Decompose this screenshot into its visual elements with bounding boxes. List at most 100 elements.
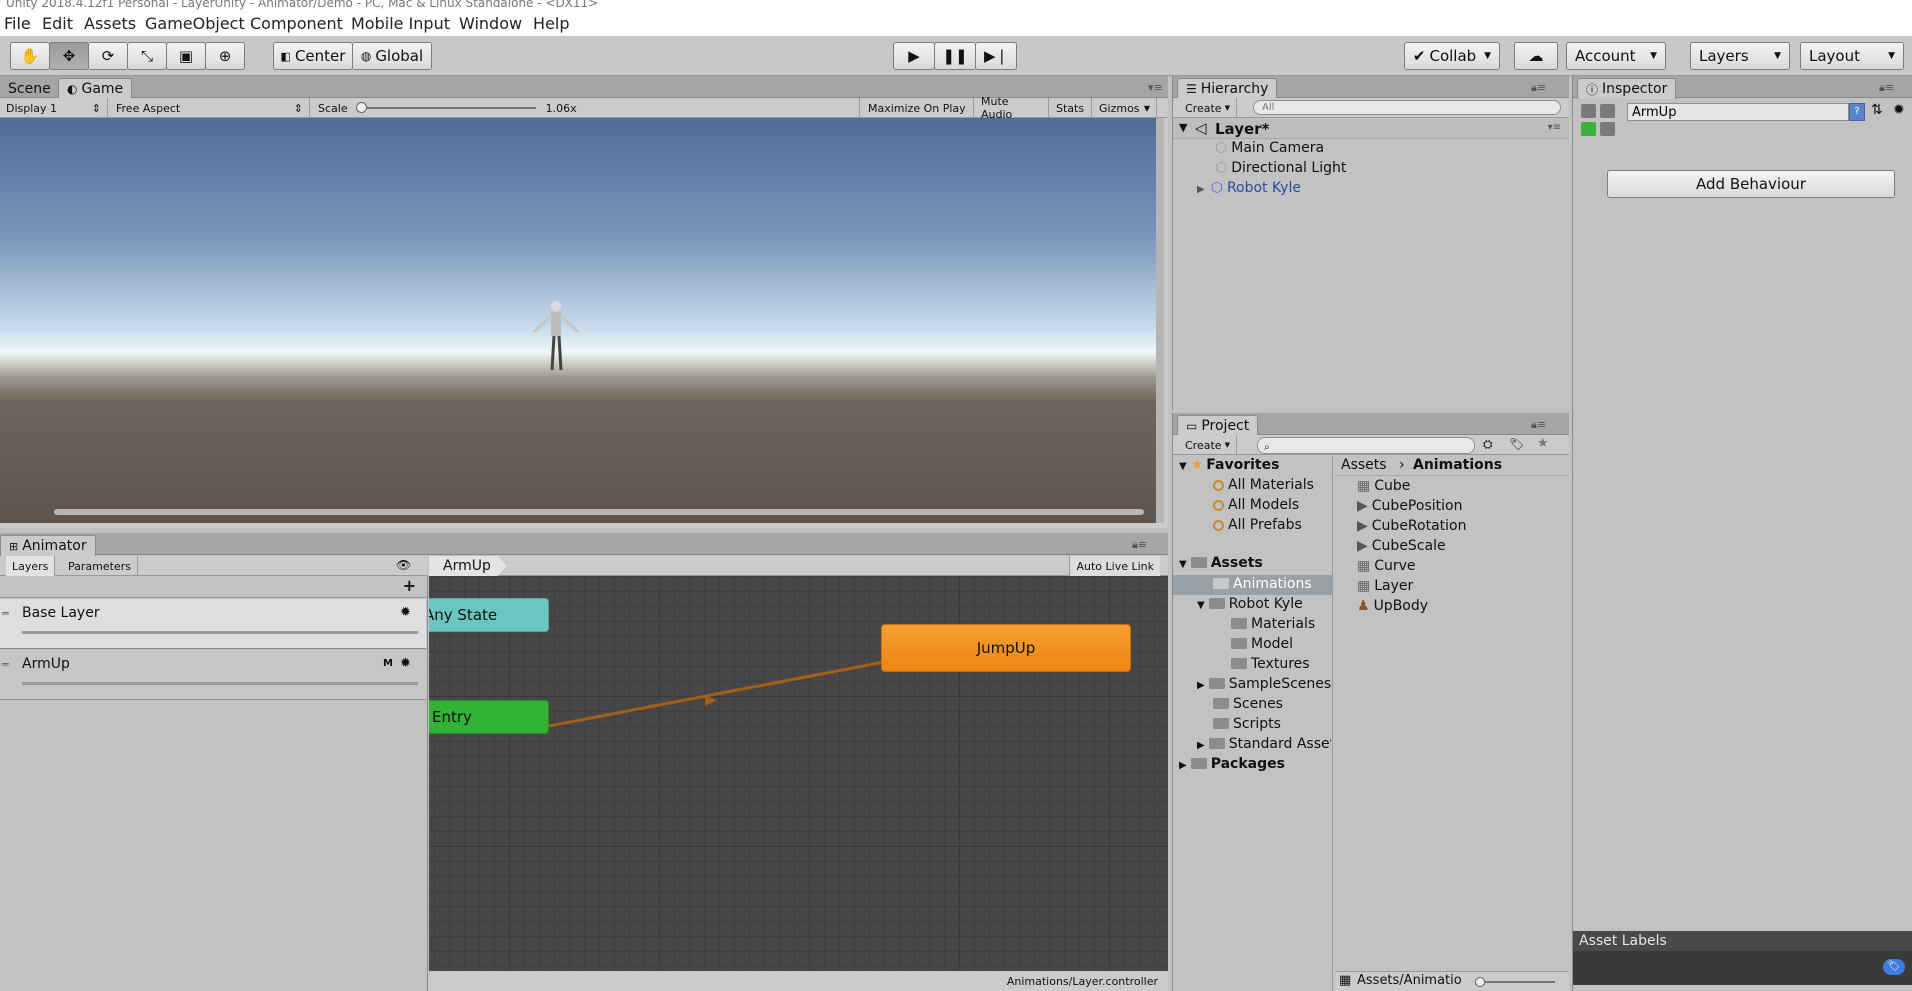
filter-type-icon[interactable]: ⛭	[1483, 437, 1493, 452]
lock-icon[interactable]: 🔒︎≡	[1879, 81, 1894, 95]
drag-handle-icon[interactable]: ═	[2, 658, 9, 671]
menu-help[interactable]: Help	[533, 14, 569, 33]
gizmos-dropdown[interactable]: Gizmos ▼	[1093, 98, 1157, 118]
hierarchy-item-directional-light[interactable]: ⬡ Directional Light	[1215, 160, 1346, 176]
tab-hierarchy[interactable]: ☰ Hierarchy	[1177, 78, 1278, 99]
animator-graph[interactable]: ArmUp Auto Live Link Any State Entry Jum…	[429, 556, 1168, 991]
file-item-cubeposition[interactable]: ▶ CubePosition	[1357, 498, 1462, 514]
expand-right-icon[interactable]: ▶	[1197, 740, 1205, 751]
expand-down-icon[interactable]: ▼	[1179, 121, 1187, 134]
file-item-curve[interactable]: ▦ Curve	[1357, 558, 1416, 574]
layer-weight-bar[interactable]	[22, 631, 418, 634]
auto-live-link-toggle[interactable]: Auto Live Link	[1069, 556, 1160, 576]
file-item-upbody[interactable]: ♟ UpBody	[1357, 598, 1428, 614]
account-dropdown[interactable]: Account ▼	[1566, 42, 1666, 70]
tree-folder-scenes[interactable]: Scenes	[1213, 696, 1283, 712]
file-item-cuberotation[interactable]: ▶ CubeRotation	[1357, 518, 1466, 534]
maximize-on-play-toggle[interactable]: Maximize On Play	[862, 98, 974, 118]
node-any-state[interactable]: Any State	[429, 598, 549, 632]
expand-right-icon[interactable]: ▶	[1179, 760, 1187, 771]
tab-animator[interactable]: ⊞ Animator	[0, 535, 96, 556]
breadcrumb-assets[interactable]: Assets	[1341, 457, 1387, 473]
tree-assets[interactable]: ▼ Assets	[1179, 555, 1263, 571]
favorite-all-prefabs[interactable]: All Prefabs	[1213, 517, 1302, 533]
tree-folder-standard-assets[interactable]: ▶ Standard Assets	[1197, 736, 1331, 752]
layer-item-armup[interactable]: ═ ArmUp M ✹	[0, 650, 426, 700]
menu-assets[interactable]: Assets	[84, 14, 136, 33]
tree-folder-textures[interactable]: Textures	[1231, 656, 1310, 672]
icon-size-slider-thumb[interactable]	[1475, 977, 1485, 987]
layers-dropdown[interactable]: Layers ▼	[1690, 42, 1790, 70]
tab-scene[interactable]: Scene	[0, 78, 59, 99]
project-search-input[interactable]: ⌕	[1257, 437, 1475, 454]
pivot-center-button[interactable]: ◧ Center	[273, 42, 353, 70]
label-tag-icon[interactable]: 🏷︎	[1883, 959, 1905, 975]
help-icon[interactable]: ?	[1849, 103, 1865, 121]
scale-slider-thumb[interactable]	[355, 102, 367, 113]
gear-icon[interactable]: ✹	[400, 656, 411, 671]
hand-tool-button[interactable]: ✋	[10, 42, 50, 70]
expand-down-icon[interactable]: ▼	[1197, 600, 1205, 611]
add-layer-button[interactable]: +	[403, 576, 416, 595]
lock-icon[interactable]: 🔒︎≡	[1531, 418, 1546, 432]
star-icon[interactable]: ★	[1537, 436, 1549, 451]
favorite-all-models[interactable]: All Models	[1213, 497, 1299, 513]
filter-label-icon[interactable]: 🏷︎	[1509, 437, 1524, 451]
tree-folder-model[interactable]: Model	[1231, 636, 1293, 652]
menu-component[interactable]: Component	[250, 14, 343, 33]
game-viewport[interactable]	[0, 118, 1162, 523]
mute-audio-toggle[interactable]: Mute Audio	[975, 95, 1049, 121]
expand-down-icon[interactable]: ▼	[1179, 559, 1187, 570]
game-hscrollbar[interactable]	[54, 509, 1144, 515]
tree-folder-materials[interactable]: Materials	[1231, 616, 1315, 632]
lock-icon[interactable]: 🔒︎≡	[1531, 81, 1546, 95]
scale-slider-track[interactable]	[355, 102, 536, 113]
menu-window[interactable]: Window	[459, 14, 522, 33]
lock-icon[interactable]: 🔒︎≡	[1132, 538, 1147, 552]
rect-tool-button[interactable]: ▣	[166, 42, 206, 70]
file-item-layer[interactable]: ▦ Layer	[1357, 578, 1413, 594]
favorite-all-materials[interactable]: All Materials	[1213, 477, 1314, 493]
tab-layers[interactable]: Layers	[6, 556, 56, 576]
pause-button[interactable]: ❚❚	[934, 42, 976, 70]
expand-right-icon[interactable]: ▶	[1197, 184, 1205, 195]
icon-size-slider[interactable]	[1475, 977, 1555, 987]
graph-canvas[interactable]: Any State Entry JumpUp	[429, 576, 1168, 971]
menu-gameobject[interactable]: GameObject	[145, 14, 245, 33]
eye-icon[interactable]: 👁︎	[396, 558, 411, 572]
collab-button[interactable]: ✔ Collab ▼	[1404, 42, 1500, 70]
stats-toggle[interactable]: Stats	[1050, 98, 1092, 118]
node-entry[interactable]: Entry	[429, 700, 549, 734]
cloud-button[interactable]: ☁	[1514, 42, 1558, 70]
node-jumpup[interactable]: JumpUp	[881, 624, 1131, 672]
tab-game[interactable]: ◐ Game	[58, 78, 133, 99]
tab-project[interactable]: ▭ Project	[1177, 415, 1259, 436]
tree-folder-robot-kyle[interactable]: ▼ Robot Kyle	[1197, 596, 1303, 612]
hierarchy-item-robot-kyle[interactable]: ▶ ⬡ Robot Kyle	[1197, 180, 1301, 196]
tree-folder-animations[interactable]: Animations	[1213, 576, 1312, 592]
scene-menu-icon[interactable]: ▾≡	[1548, 122, 1561, 133]
tree-folder-scripts[interactable]: Scripts	[1213, 716, 1281, 732]
menu-mobile-input[interactable]: Mobile Input	[351, 14, 450, 33]
hierarchy-search-input[interactable]	[1253, 100, 1561, 115]
gear-icon[interactable]: ✹	[1893, 102, 1905, 118]
tab-parameters[interactable]: Parameters	[62, 556, 138, 576]
hierarchy-scene-row[interactable]: ▼ ◁ Layer* ▾≡	[1173, 119, 1569, 139]
panel-menu-icon[interactable]: ▾≡	[1148, 81, 1163, 94]
preset-icon[interactable]: ⇅	[1871, 102, 1883, 118]
file-item-cube[interactable]: ▦ Cube	[1357, 478, 1410, 494]
rotate-tool-button[interactable]: ⟳	[88, 42, 128, 70]
gear-icon[interactable]: ✹	[400, 605, 411, 620]
aspect-dropdown[interactable]: Free Aspect ⇕	[110, 98, 310, 118]
layout-dropdown[interactable]: Layout ▼	[1800, 42, 1904, 70]
add-behaviour-button[interactable]: Add Behaviour	[1607, 170, 1895, 198]
layer-item-base[interactable]: ═ Base Layer ✹	[0, 599, 426, 649]
menu-edit[interactable]: Edit	[42, 14, 73, 33]
display-dropdown[interactable]: Display 1 ⇕	[0, 98, 108, 118]
drag-handle-icon[interactable]: ═	[2, 607, 9, 620]
tree-packages[interactable]: ▶ Packages	[1179, 756, 1285, 772]
project-create-dropdown[interactable]: Create ▼	[1179, 435, 1237, 455]
state-name-input[interactable]	[1627, 103, 1849, 121]
hierarchy-create-dropdown[interactable]: Create ▼	[1179, 98, 1237, 118]
layer-weight-bar[interactable]	[22, 682, 418, 685]
